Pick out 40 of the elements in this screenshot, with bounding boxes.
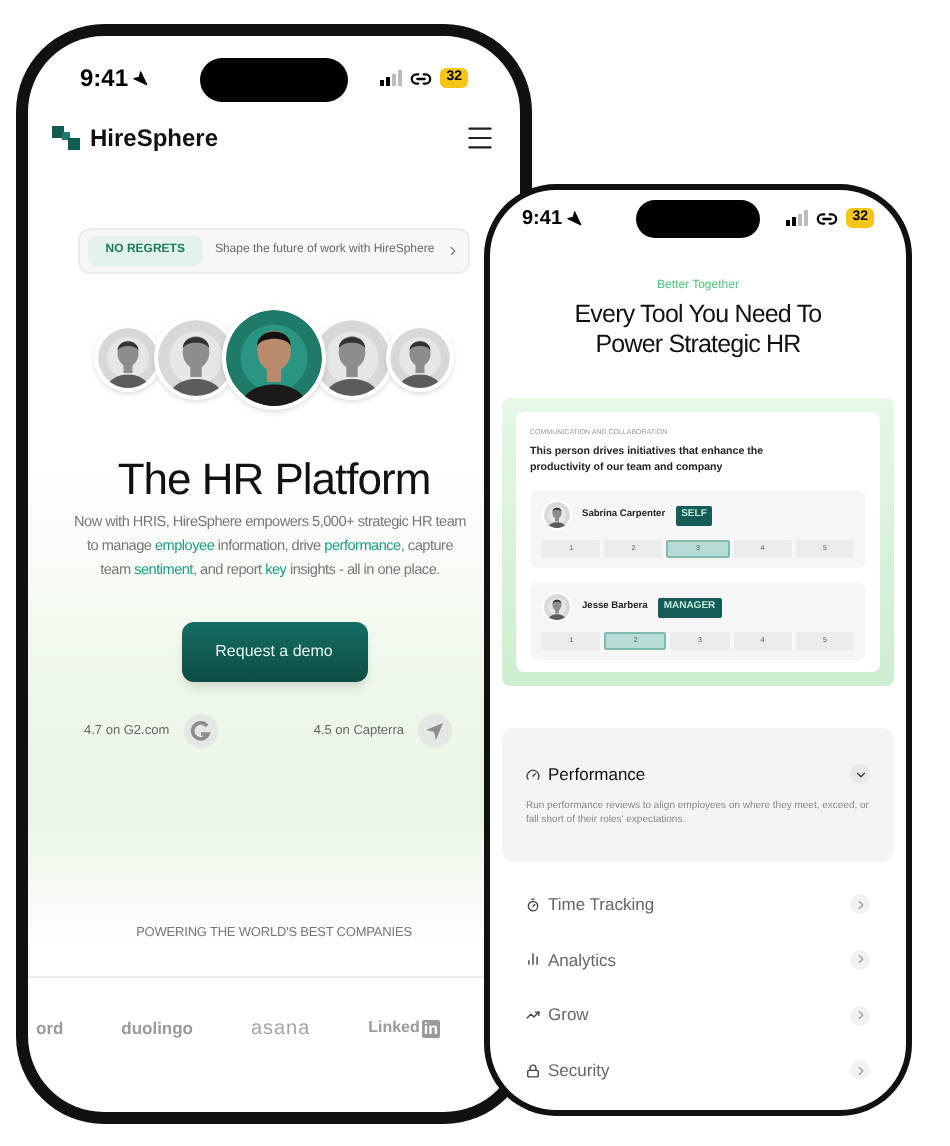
company-logo: Linked in: [368, 1016, 440, 1041]
chevron-right-icon: [850, 1005, 870, 1026]
menu-icon[interactable]: [464, 122, 496, 154]
signal-icon: [380, 70, 403, 86]
feature-item[interactable]: Security: [502, 1044, 894, 1098]
company-logo: asana: [250, 1015, 311, 1044]
status-time: 9:41: [522, 205, 563, 233]
feature-title: Grow: [548, 1002, 591, 1028]
trend-line-icon: [526, 1008, 540, 1023]
status-time: 9:41: [80, 62, 129, 96]
feature-title: Security: [548, 1058, 612, 1084]
chevron-right-icon: [446, 244, 461, 258]
feature-item[interactable]: Analytics: [502, 933, 894, 987]
feature-title: Time Tracking: [548, 891, 657, 917]
chevron-right-icon: [850, 949, 870, 970]
company-logo: duolingo: [121, 1015, 194, 1042]
company-logo: ord: [36, 1015, 64, 1042]
chevron-right-icon: [850, 894, 870, 915]
signal-icon: [786, 210, 809, 226]
request-demo-button[interactable]: Request a demo: [181, 622, 367, 682]
rating-site-icon: [183, 714, 218, 748]
feature-item[interactable]: Time Tracking: [502, 877, 894, 931]
logo-icon: [52, 126, 80, 150]
hero-title: The HR Platform: [115, 454, 433, 506]
feature-item[interactable]: Grow: [502, 988, 894, 1042]
gauge-icon: [526, 767, 540, 782]
feature-title: Analytics: [548, 947, 619, 973]
brand-name: HireSphere: [90, 122, 219, 156]
stopwatch-icon: [526, 897, 540, 912]
chevron-down-icon: [850, 764, 870, 785]
section-title: Every Tool You Need To: [574, 300, 822, 330]
location-icon: [132, 70, 149, 86]
lock-icon: [526, 1063, 540, 1078]
rating-site-icon: [418, 714, 452, 748]
feature-title: Performance: [548, 762, 648, 788]
section-title: Power Strategic HR: [595, 330, 801, 360]
bar-chart-icon: [526, 952, 540, 967]
dynamic-island: [636, 200, 760, 238]
chevron-right-icon: [850, 1060, 870, 1081]
location-icon: [566, 210, 583, 226]
